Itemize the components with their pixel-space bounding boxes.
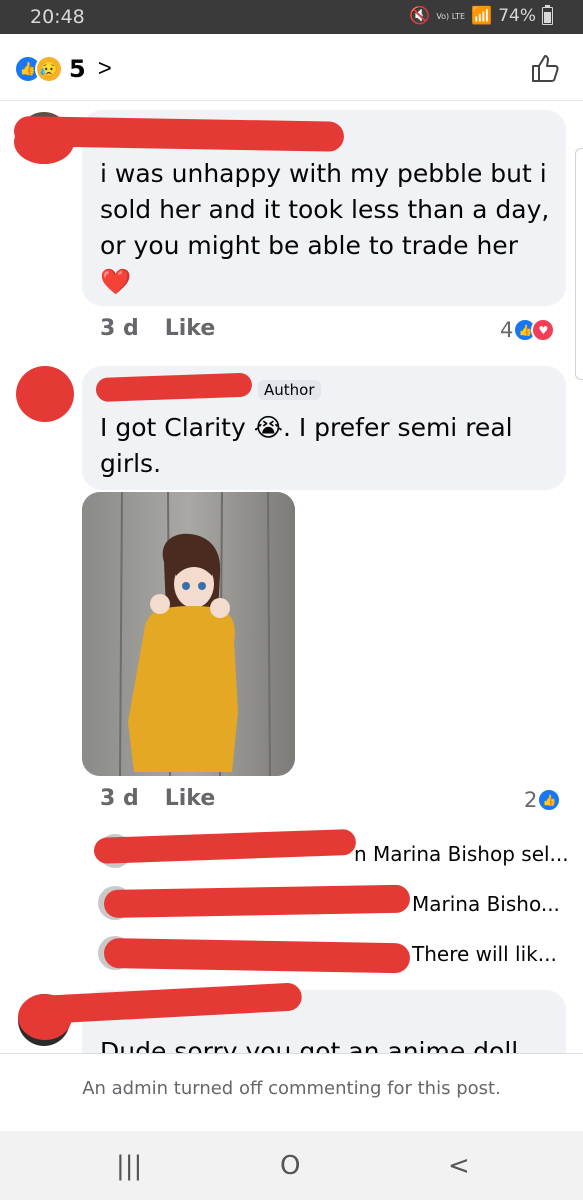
comment-line: or you might be able to trade her — [100, 231, 518, 260]
status-bar: 20:48 🔇 Vo) LTE 📶 74% — [0, 0, 583, 34]
comment-text-part: . I prefer semi real — [282, 413, 513, 442]
comment-like-button[interactable]: Like — [165, 786, 216, 811]
comment-reactions[interactable]: 2 👍 — [524, 788, 562, 812]
reaction-count: 5 — [69, 55, 86, 83]
chevron-right-icon: > — [97, 55, 112, 82]
status-icons: 🔇 Vo) LTE 📶 74% — [409, 5, 553, 26]
comment-text-part: I got Clarity — [100, 413, 254, 442]
sad-icon: 😥 — [35, 55, 63, 83]
comment-line: i was unhappy with my pebble but i — [100, 159, 547, 188]
reply-preview[interactable]: Marina Bisho... — [412, 892, 560, 916]
crying-emoji: 😭 — [253, 413, 283, 442]
comment-photo[interactable] — [82, 492, 295, 776]
recent-apps-button[interactable]: ||| — [116, 1151, 142, 1181]
redacted-name — [93, 828, 357, 864]
redacted-name — [103, 938, 411, 974]
comment-line: I got Clarity 😭. I prefer semi real — [100, 410, 513, 446]
battery-percent: 74% — [498, 6, 536, 26]
comment-text: I got Clarity 😭. I prefer semi real girl… — [100, 410, 513, 482]
mute-icon: 🔇 — [409, 6, 431, 26]
comment-like-button[interactable]: Like — [165, 316, 216, 341]
comment-time: 3 d — [100, 786, 139, 811]
like-button[interactable] — [529, 52, 561, 84]
reactions-header: 👍 😥 5 > — [0, 34, 583, 101]
volte-icon: Vo) LTE — [436, 11, 466, 21]
comment-reaction-count: 4 — [500, 318, 514, 342]
comment-time: 3 d — [100, 316, 139, 341]
comment-reactions[interactable]: 4 👍 ♥ — [500, 318, 556, 342]
back-button[interactable]: < — [448, 1151, 470, 1181]
reactions-summary[interactable]: 👍 😥 5 > — [14, 55, 112, 83]
redacted-name — [103, 884, 411, 918]
love-icon: ♥ — [531, 318, 556, 342]
reply-preview[interactable]: There will lik... — [412, 942, 557, 966]
wifi-icon: 📶 — [471, 6, 493, 26]
battery-icon — [542, 5, 553, 25]
comment-text: i was unhappy with my pebble but i sold … — [100, 156, 549, 300]
doll-photo-image — [82, 492, 295, 776]
redacted-avatar — [14, 120, 74, 164]
comment-meta: 3 d Like — [100, 316, 215, 341]
comments-disabled-bar: An admin turned off commenting for this … — [0, 1053, 583, 1132]
redacted-avatar — [16, 366, 74, 422]
comment-reaction-count: 2 — [524, 788, 538, 812]
heart-emoji: ❤️ — [100, 267, 132, 296]
author-badge: Author — [258, 380, 321, 400]
comment-line: girls. — [100, 449, 162, 478]
scrollbar[interactable] — [575, 148, 583, 380]
reply-preview[interactable]: n Marina Bishop sel... — [354, 842, 569, 866]
system-nav-bar: ||| O < — [0, 1131, 583, 1200]
status-time: 20:48 — [30, 6, 85, 28]
comment-meta: 3 d Like — [100, 786, 215, 811]
home-button[interactable]: O — [280, 1151, 300, 1181]
comments-disabled-message: An admin turned off commenting for this … — [82, 1078, 501, 1099]
comment-line: sold her and it took less than a day, — [100, 195, 550, 224]
like-icon: 👍 — [537, 788, 562, 812]
